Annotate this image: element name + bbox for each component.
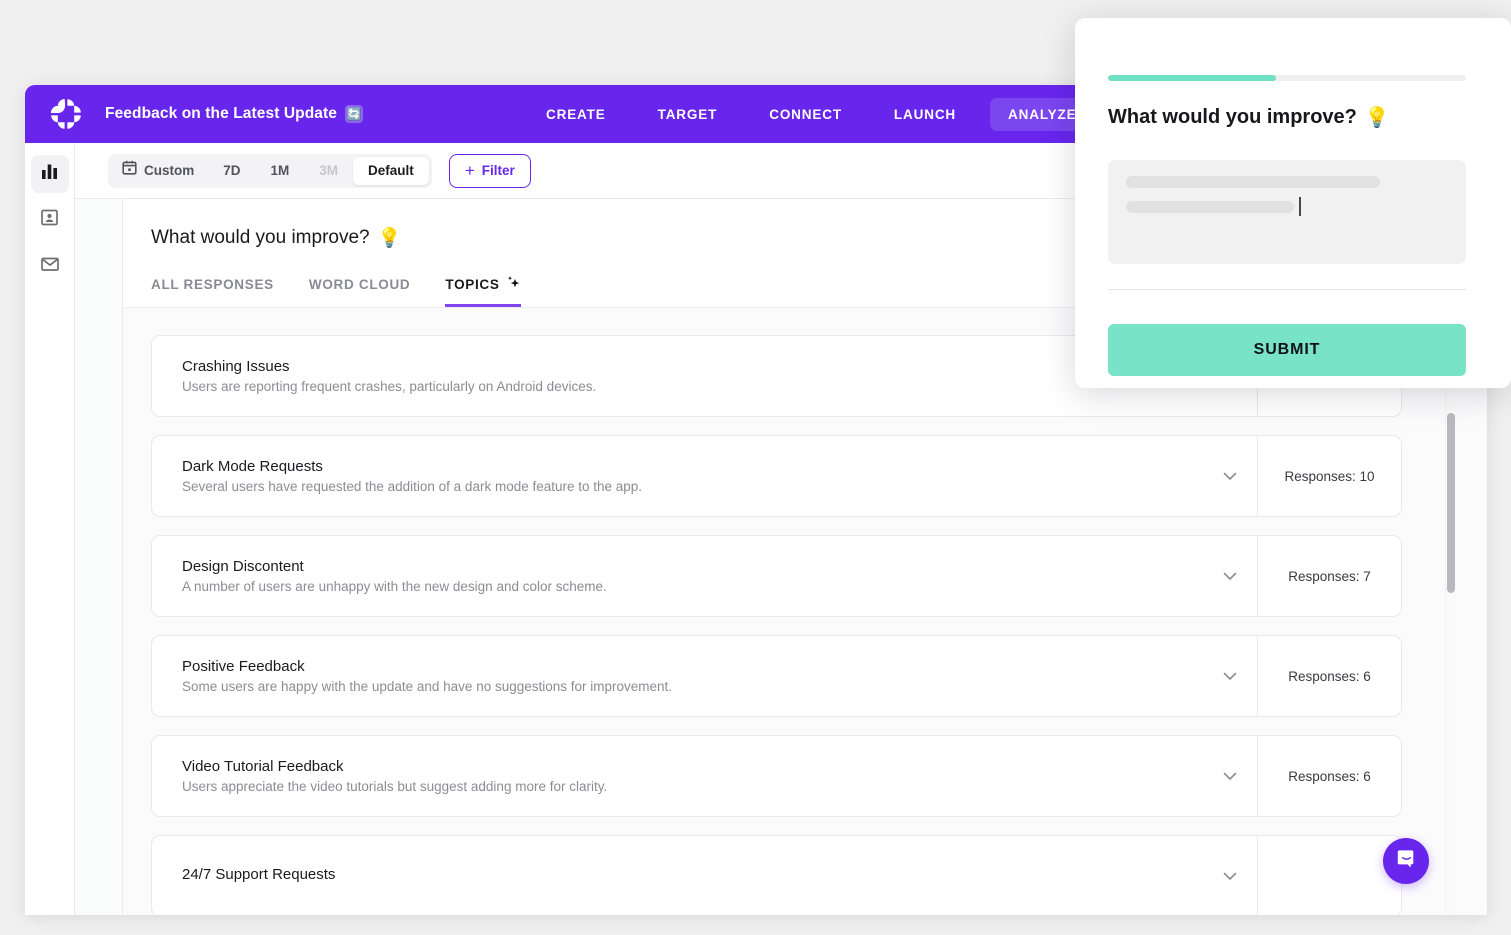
survey-question: What would you improve? 💡 <box>1108 105 1390 130</box>
table-row[interactable]: Design Discontent A number of users are … <box>151 535 1402 617</box>
table-row[interactable]: Positive Feedback Some users are happy w… <box>151 635 1402 717</box>
survey-title: Feedback on the Latest Update 🔄 <box>105 105 364 123</box>
tab-topics-label: TOPICS <box>445 276 500 292</box>
placeholder-line-1 <box>1126 176 1380 188</box>
nav-item-launch[interactable]: LAUNCH <box>876 98 974 131</box>
survey-progress-track <box>1108 75 1466 81</box>
topic-texts: Design Discontent A number of users are … <box>182 558 1203 594</box>
date-range-3m[interactable]: 3M <box>304 157 353 185</box>
topic-description: Users appreciate the video tutorials but… <box>182 779 608 794</box>
table-row[interactable]: 24/7 Support Requests <box>151 835 1402 915</box>
survey-question-text: What would you improve? <box>1108 106 1357 128</box>
chevron-down-icon[interactable] <box>1203 666 1257 686</box>
table-row[interactable]: Video Tutorial Feedback Users appreciate… <box>151 735 1402 817</box>
rail-item-contacts[interactable] <box>31 201 69 239</box>
topic-response-count <box>1257 836 1401 915</box>
date-range-1m[interactable]: 1M <box>256 157 305 185</box>
lightbulb-icon: 💡 <box>377 228 402 249</box>
topic-response-count: Responses: 6 <box>1257 636 1401 716</box>
placeholder-line-2 <box>1126 200 1294 213</box>
envelope-icon <box>40 254 60 279</box>
questions-side-pane <box>75 199 123 915</box>
table-row[interactable]: Dark Mode Requests Several users have re… <box>151 435 1402 517</box>
chat-bubble-icon <box>1395 847 1418 875</box>
topic-response-count: Responses: 7 <box>1257 536 1401 616</box>
add-filter-button[interactable]: + Filter <box>448 153 531 188</box>
topic-description: Users are reporting frequent crashes, pa… <box>182 379 597 394</box>
contact-card-icon <box>40 208 59 232</box>
date-range-custom[interactable]: Custom <box>111 157 208 185</box>
bar-chart-icon <box>41 163 58 185</box>
topic-response-count: Responses: 10 <box>1257 436 1401 516</box>
nav-item-target[interactable]: TARGET <box>640 98 736 131</box>
topic-name: Dark Mode Requests <box>182 458 323 475</box>
survey-preview-widget: What would you improve? 💡 SUBMIT <box>1075 18 1511 388</box>
date-range-7d[interactable]: 7D <box>208 157 255 185</box>
chevron-down-icon[interactable] <box>1203 466 1257 486</box>
recurring-survey-icon: 🔄 <box>345 105 364 123</box>
topic-texts: Dark Mode Requests Several users have re… <box>182 458 1203 494</box>
topic-name: Positive Feedback <box>182 658 305 675</box>
text-cursor <box>1299 197 1301 216</box>
topic-response-count: Responses: 6 <box>1257 736 1401 816</box>
topic-texts: Crashing Issues Users are reporting freq… <box>182 358 1203 394</box>
tab-all-responses[interactable]: ALL RESPONSES <box>151 275 274 307</box>
survey-title-text: Feedback on the Latest Update <box>105 105 338 122</box>
topic-description: Several users have requested the additio… <box>182 479 643 494</box>
topic-texts: Positive Feedback Some users are happy w… <box>182 658 1203 694</box>
question-title-text: What would you improve? <box>151 227 370 248</box>
submit-button[interactable]: SUBMIT <box>1108 324 1466 376</box>
add-filter-label: Filter <box>481 163 515 178</box>
topic-description: Some users are happy with the update and… <box>182 679 673 694</box>
topic-texts: 24/7 Support Requests <box>182 866 1203 887</box>
tab-topics[interactable]: TOPICS <box>445 275 521 307</box>
ai-sparkle-icon <box>506 275 521 293</box>
date-range-group: Custom 7D 1M 3M Default <box>108 153 432 188</box>
plus-icon: + <box>464 161 475 180</box>
divider <box>1108 289 1466 290</box>
scrollbar-thumb[interactable] <box>1447 413 1455 593</box>
tab-word-cloud[interactable]: WORD CLOUD <box>309 275 411 307</box>
date-range-custom-label: Custom <box>144 162 195 178</box>
survicate-pinwheel-logo-icon[interactable] <box>49 97 83 131</box>
icon-rail <box>25 143 75 915</box>
main-nav: CREATE TARGET CONNECT LAUNCH ANALYZE <box>520 85 1102 143</box>
chevron-down-icon[interactable] <box>1203 766 1257 786</box>
rail-item-analytics[interactable] <box>30 155 69 193</box>
topic-name: Crashing Issues <box>182 358 290 375</box>
survey-answer-input[interactable] <box>1108 160 1466 264</box>
date-range-default[interactable]: Default <box>353 156 429 185</box>
topic-description: A number of users are unhappy with the n… <box>182 579 607 594</box>
nav-item-connect[interactable]: CONNECT <box>751 98 860 131</box>
topic-list: Crashing Issues Users are reporting freq… <box>123 308 1487 915</box>
chevron-down-icon[interactable] <box>1203 866 1257 886</box>
topic-texts: Video Tutorial Feedback Users appreciate… <box>182 758 1203 794</box>
placeholder-line-2-row <box>1126 197 1448 216</box>
topic-name: Design Discontent <box>182 558 304 575</box>
chevron-down-icon[interactable] <box>1203 566 1257 586</box>
calendar-icon <box>122 157 137 185</box>
scrollbar-track[interactable] <box>1445 308 1457 915</box>
lightbulb-icon: 💡 <box>1364 107 1390 129</box>
rail-item-inbox[interactable] <box>31 247 69 285</box>
tab-all-responses-label: ALL RESPONSES <box>151 276 274 292</box>
chat-launcher-button[interactable] <box>1383 838 1429 884</box>
topic-name: Video Tutorial Feedback <box>182 758 344 775</box>
tab-word-cloud-label: WORD CLOUD <box>308 276 411 292</box>
topic-name: 24/7 Support Requests <box>182 865 336 883</box>
survey-progress-fill <box>1108 75 1277 81</box>
nav-item-create[interactable]: CREATE <box>528 98 624 131</box>
screen: Feedback on the Latest Update 🔄 CREATE T… <box>0 0 1511 935</box>
